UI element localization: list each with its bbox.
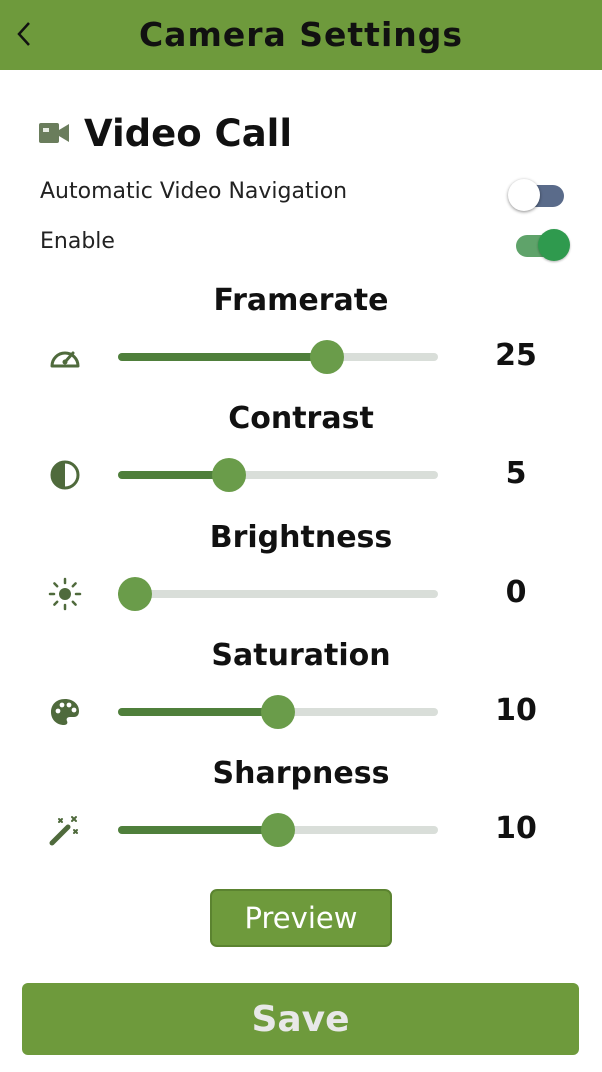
slider-thumb[interactable]	[212, 458, 246, 492]
preview-button[interactable]: Preview	[210, 889, 392, 947]
brightness-value: 0	[505, 575, 527, 610]
sharpness-title: Sharpness	[212, 756, 390, 791]
slider-thumb[interactable]	[310, 340, 344, 374]
slider-fill	[118, 708, 278, 716]
framerate-title: Framerate	[213, 283, 389, 318]
slider-fill	[118, 353, 327, 361]
save-button[interactable]: Save	[22, 983, 579, 1055]
enable-label: Enable	[40, 229, 115, 254]
sharpness-slider[interactable]	[118, 811, 438, 849]
auto-navigation-label: Automatic Video Navigation	[40, 179, 348, 204]
toggle-knob	[508, 179, 540, 211]
slider-thumb[interactable]	[261, 695, 295, 729]
auto-navigation-toggle[interactable]	[508, 175, 568, 215]
section-header: Video Call	[38, 108, 292, 158]
speedometer-icon	[46, 338, 84, 376]
contrast-title: Contrast	[228, 401, 374, 436]
magic-wand-icon	[46, 811, 84, 849]
slider-fill	[118, 826, 278, 834]
page-title: Camera Settings	[138, 14, 464, 54]
sharpness-value: 10	[495, 811, 537, 846]
back-button[interactable]	[8, 14, 40, 54]
framerate-value: 25	[495, 338, 537, 373]
palette-icon	[46, 693, 84, 731]
slider-thumb[interactable]	[118, 577, 152, 611]
sun-icon	[46, 575, 84, 613]
slider-rail	[118, 590, 438, 598]
saturation-title: Saturation	[211, 638, 391, 673]
video-camera-icon	[39, 123, 69, 143]
saturation-value: 10	[495, 693, 537, 728]
app-header: Camera Settings	[0, 0, 602, 70]
section-title: Video Call	[84, 111, 293, 155]
contrast-value: 5	[505, 456, 527, 491]
enable-toggle[interactable]	[510, 225, 570, 265]
contrast-slider[interactable]	[118, 456, 438, 494]
slider-thumb[interactable]	[261, 813, 295, 847]
brightness-title: Brightness	[209, 520, 393, 555]
chevron-left-icon	[17, 22, 30, 46]
brightness-slider[interactable]	[118, 575, 438, 613]
toggle-knob	[538, 229, 570, 261]
framerate-slider[interactable]	[118, 338, 438, 376]
contrast-icon	[46, 456, 84, 494]
saturation-slider[interactable]	[118, 693, 438, 731]
